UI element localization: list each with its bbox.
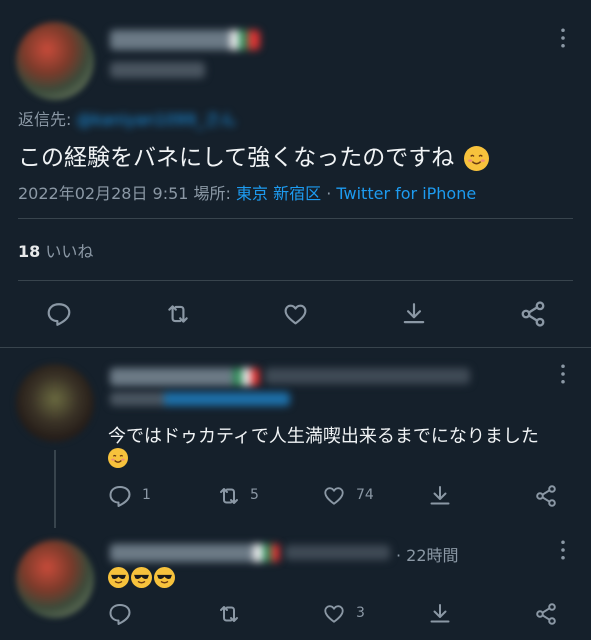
like-count: 3 xyxy=(356,605,365,621)
likes-count: 18 xyxy=(18,242,41,261)
tweet-text: この経験をバネにして強くなったのですね xyxy=(18,138,489,172)
smiling-face-emoji xyxy=(463,146,489,171)
like-icon[interactable] xyxy=(322,485,346,507)
thread-line xyxy=(54,450,56,528)
meta-separator: · xyxy=(326,184,337,203)
tweet-location[interactable]: 東京 新宿区 xyxy=(236,184,321,203)
divider xyxy=(18,280,573,281)
reply-avatar[interactable] xyxy=(16,540,94,618)
reply-avatar[interactable] xyxy=(16,364,94,442)
share-network-icon[interactable] xyxy=(519,300,547,328)
likes-summary[interactable]: 18 いいね xyxy=(18,238,93,262)
smiling-face-with-sunglasses-emoji xyxy=(154,567,175,588)
likes-label: いいね xyxy=(45,242,94,261)
reply-handle[interactable] xyxy=(285,545,390,560)
tweet-source[interactable]: Twitter for iPhone xyxy=(336,184,476,203)
like-icon[interactable] xyxy=(322,603,346,625)
reply-to-mention[interactable] xyxy=(110,392,290,406)
reply-to-line: 返信先: @kaniyan1099_さん xyxy=(18,106,236,130)
reply-icon[interactable] xyxy=(46,301,72,327)
smiling-face-emoji xyxy=(108,447,128,468)
divider xyxy=(18,218,573,219)
divider xyxy=(0,347,591,348)
more-icon[interactable] xyxy=(556,540,570,560)
reply-text: 今ではドゥカティで人生満喫出来るまでになりました xyxy=(108,422,539,448)
more-icon[interactable] xyxy=(556,28,570,48)
share-network-icon[interactable] xyxy=(534,601,558,627)
main-avatar[interactable] xyxy=(16,22,94,100)
share-network-icon[interactable] xyxy=(534,483,558,509)
like-count: 74 xyxy=(356,487,374,503)
tweet-meta: 2022年02月28日 9:51 場所: 東京 新宿区 · Twitter fo… xyxy=(18,180,476,204)
reply-time[interactable]: · 22時間 xyxy=(396,542,459,566)
share-icon[interactable] xyxy=(401,301,427,327)
tweet-text-body: この経験をバネにして強くなったのですね xyxy=(18,145,455,171)
retweet-icon[interactable] xyxy=(216,602,242,626)
share-icon[interactable] xyxy=(428,484,452,508)
reply-to-handle[interactable]: @kaniyan1099_さん xyxy=(77,110,237,129)
reply-emoji-row xyxy=(108,567,180,589)
retweet-icon[interactable] xyxy=(164,301,192,327)
reply-icon[interactable] xyxy=(108,484,132,508)
reply-icon[interactable] xyxy=(108,602,132,626)
reply-text-body: 今ではドゥカティで人生満喫出来るまでになりました xyxy=(108,426,539,447)
reply-display-name[interactable] xyxy=(110,368,260,386)
reply-count: 1 xyxy=(142,487,151,503)
main-handle[interactable] xyxy=(110,62,205,78)
smiling-face-with-sunglasses-emoji xyxy=(108,567,129,588)
main-display-name[interactable] xyxy=(110,30,260,50)
reply-to-label: 返信先: xyxy=(18,110,72,129)
share-icon[interactable] xyxy=(428,602,452,626)
smiling-face-with-sunglasses-emoji xyxy=(131,567,152,588)
retweet-count: 5 xyxy=(250,487,259,503)
like-icon[interactable] xyxy=(282,302,309,327)
tweet-date[interactable]: 2022年02月28日 9:51 場所: xyxy=(18,184,236,203)
reply-display-name[interactable] xyxy=(110,544,280,562)
retweet-icon[interactable] xyxy=(216,484,242,508)
reply-handle-and-time[interactable] xyxy=(265,368,470,384)
more-icon[interactable] xyxy=(556,364,570,384)
